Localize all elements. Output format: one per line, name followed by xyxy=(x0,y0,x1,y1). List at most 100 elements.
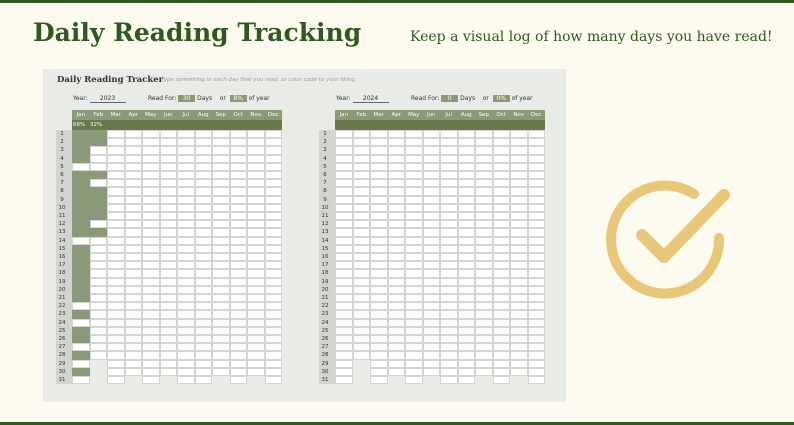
day-cell[interactable] xyxy=(177,253,195,262)
day-cell[interactable] xyxy=(89,228,107,237)
day-cell[interactable] xyxy=(89,326,107,335)
day-cell[interactable] xyxy=(212,146,230,155)
day-cell[interactable] xyxy=(142,146,160,155)
day-cell[interactable] xyxy=(440,146,458,155)
day-cell[interactable] xyxy=(124,269,142,278)
day-cell[interactable] xyxy=(107,351,125,360)
day-cell[interactable] xyxy=(247,138,265,147)
day-cell[interactable] xyxy=(247,367,265,376)
day-cell[interactable] xyxy=(510,261,528,270)
day-cell[interactable] xyxy=(475,171,493,180)
day-cell[interactable] xyxy=(352,220,370,229)
day-cell[interactable] xyxy=(89,294,107,303)
day-cell[interactable] xyxy=(510,244,528,253)
day-cell[interactable] xyxy=(370,367,388,376)
day-cell[interactable] xyxy=(387,310,405,319)
day-cell[interactable] xyxy=(124,236,142,245)
day-cell[interactable] xyxy=(352,195,370,204)
day-cell[interactable] xyxy=(457,195,475,204)
day-cell[interactable] xyxy=(107,261,125,270)
day-cell[interactable] xyxy=(142,335,160,344)
day-cell[interactable] xyxy=(89,302,107,311)
day-cell[interactable] xyxy=(229,220,247,229)
day-cell[interactable] xyxy=(440,326,458,335)
day-cell[interactable] xyxy=(72,269,90,278)
day-cell[interactable] xyxy=(264,367,282,376)
day-cell[interactable] xyxy=(440,253,458,262)
day-cell[interactable] xyxy=(124,343,142,352)
day-cell[interactable] xyxy=(475,244,493,253)
day-cell[interactable] xyxy=(107,203,125,212)
day-cell[interactable] xyxy=(510,179,528,188)
day-cell[interactable] xyxy=(212,351,230,360)
day-cell[interactable] xyxy=(387,302,405,311)
day-cell[interactable] xyxy=(370,318,388,327)
day-cell[interactable] xyxy=(422,138,440,147)
day-cell[interactable] xyxy=(387,179,405,188)
day-cell[interactable] xyxy=(229,236,247,245)
day-cell[interactable] xyxy=(177,179,195,188)
day-cell[interactable] xyxy=(510,146,528,155)
day-cell[interactable] xyxy=(352,294,370,303)
day-cell[interactable] xyxy=(72,261,90,270)
day-cell[interactable] xyxy=(387,138,405,147)
day-cell[interactable] xyxy=(194,162,212,171)
day-cell[interactable] xyxy=(124,146,142,155)
day-cell[interactable] xyxy=(457,187,475,196)
day-cell[interactable] xyxy=(89,212,107,221)
day-cell[interactable] xyxy=(229,310,247,319)
day-cell[interactable] xyxy=(72,326,90,335)
day-cell[interactable] xyxy=(264,359,282,368)
day-cell[interactable] xyxy=(457,376,475,385)
day-cell[interactable] xyxy=(107,253,125,262)
day-cell[interactable] xyxy=(177,138,195,147)
day-cell[interactable] xyxy=(440,187,458,196)
day-cell[interactable] xyxy=(124,162,142,171)
day-cell[interactable] xyxy=(405,277,423,286)
day-cell[interactable] xyxy=(124,310,142,319)
day-cell[interactable] xyxy=(422,302,440,311)
day-cell[interactable] xyxy=(124,138,142,147)
day-cell[interactable] xyxy=(212,367,230,376)
day-cell[interactable] xyxy=(527,195,545,204)
day-cell[interactable] xyxy=(247,351,265,360)
day-cell[interactable] xyxy=(142,318,160,327)
day-cell[interactable] xyxy=(212,154,230,163)
day-cell[interactable] xyxy=(107,294,125,303)
day-cell[interactable] xyxy=(107,154,125,163)
day-cell[interactable] xyxy=(405,343,423,352)
day-cell[interactable] xyxy=(159,269,177,278)
day-cell[interactable] xyxy=(247,162,265,171)
day-cell[interactable] xyxy=(335,253,353,262)
day-cell[interactable] xyxy=(492,179,510,188)
day-cell[interactable] xyxy=(335,228,353,237)
day-cell[interactable] xyxy=(527,277,545,286)
day-cell[interactable] xyxy=(457,171,475,180)
day-cell[interactable] xyxy=(194,212,212,221)
day-cell[interactable] xyxy=(510,285,528,294)
day-cell[interactable] xyxy=(527,236,545,245)
day-cell[interactable] xyxy=(107,269,125,278)
day-cell[interactable] xyxy=(177,236,195,245)
day-cell[interactable] xyxy=(247,359,265,368)
day-cell[interactable] xyxy=(440,351,458,360)
day-cell[interactable] xyxy=(72,220,90,229)
day-cell[interactable] xyxy=(475,253,493,262)
day-cell[interactable] xyxy=(352,162,370,171)
day-cell[interactable] xyxy=(440,130,458,139)
day-cell[interactable] xyxy=(510,212,528,221)
day-cell[interactable] xyxy=(177,130,195,139)
day-cell[interactable] xyxy=(229,285,247,294)
day-cell[interactable] xyxy=(370,171,388,180)
day-cell[interactable] xyxy=(405,162,423,171)
day-cell[interactable] xyxy=(264,171,282,180)
day-cell[interactable] xyxy=(440,343,458,352)
day-cell[interactable] xyxy=(510,228,528,237)
day-cell[interactable] xyxy=(405,228,423,237)
day-cell[interactable] xyxy=(142,359,160,368)
day-cell[interactable] xyxy=(405,244,423,253)
day-cell[interactable] xyxy=(492,326,510,335)
day-cell[interactable] xyxy=(422,326,440,335)
day-cell[interactable] xyxy=(229,130,247,139)
day-cell[interactable] xyxy=(124,195,142,204)
